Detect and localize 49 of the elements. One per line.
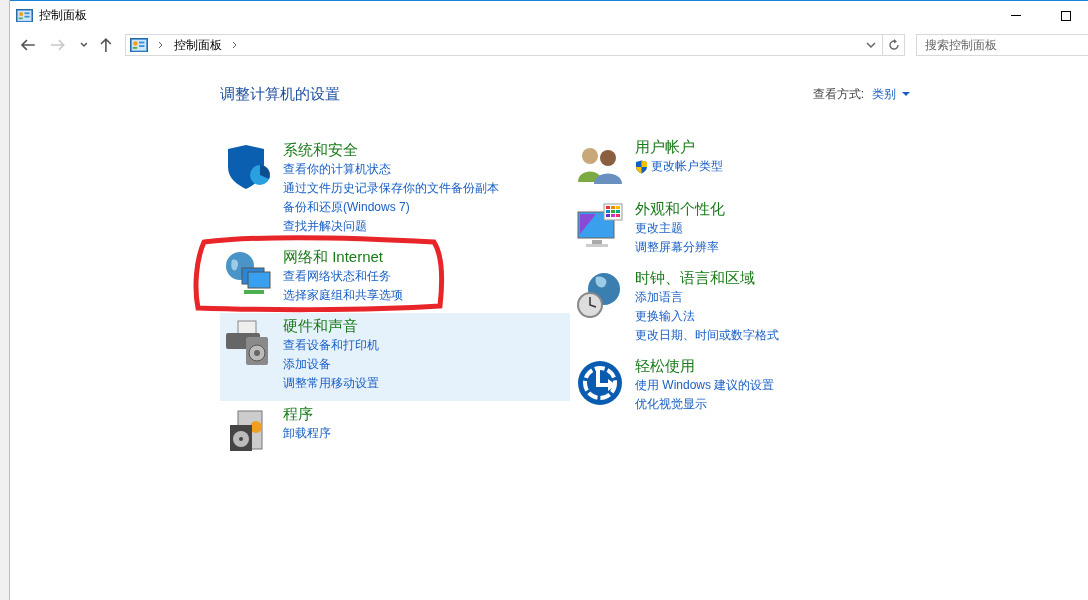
task-link[interactable]: 更改日期、时间或数字格式 (635, 326, 779, 345)
breadcrumb-item[interactable]: 控制面板 (174, 36, 223, 54)
shield-icon (635, 159, 648, 174)
category-title-link[interactable]: 外观和个性化 (635, 198, 725, 219)
category-title-link[interactable]: 时钟、语言和区域 (635, 267, 755, 288)
category-title-link[interactable]: 网络和 Internet (283, 246, 384, 267)
search-field[interactable]: 搜索控制面板 (916, 34, 1088, 56)
category-title-link[interactable]: 程序 (283, 403, 313, 424)
task-link[interactable]: 更改帐户类型 (635, 157, 723, 176)
window-title: 控制面板 (39, 7, 87, 24)
category-title-link[interactable]: 系统和安全 (283, 139, 358, 160)
task-link[interactable]: 调整常用移动设置 (283, 374, 379, 393)
task-link[interactable]: 查看你的计算机状态 (283, 160, 391, 179)
caret-icon (902, 92, 910, 97)
monitor-palette-icon (576, 202, 624, 250)
chevron-down-icon[interactable] (79, 42, 88, 48)
task-link[interactable]: 查看网络状态和任务 (283, 267, 391, 286)
page-heading: 调整计算机的设置 (220, 85, 340, 104)
control-panel-icon (130, 37, 149, 53)
address-bar[interactable]: 控制面板 (125, 34, 884, 56)
task-link[interactable]: 备份和还原(Windows 7) (283, 198, 410, 217)
task-link[interactable]: 选择家庭组和共享选项 (283, 286, 403, 305)
minimize-icon (1011, 15, 1021, 16)
task-link[interactable]: 更换输入法 (635, 307, 695, 326)
task-link[interactable]: 调整屏幕分辨率 (635, 238, 719, 257)
task-link[interactable]: 优化视觉显示 (635, 395, 707, 414)
category-title-link[interactable]: 轻松使用 (635, 355, 695, 376)
maximize-icon (1061, 10, 1071, 21)
task-link[interactable]: 通过文件历史记录保存你的文件备份副本 (283, 179, 499, 198)
category-title-link[interactable]: 用户帐户 (635, 136, 695, 157)
task-link[interactable]: 添加语言 (635, 288, 683, 307)
view-by-dropdown[interactable]: 类别 (872, 86, 910, 103)
view-by-label: 查看方式: (812, 86, 864, 103)
category-title-link[interactable]: 硬件和声音 (283, 315, 358, 336)
task-link[interactable]: 查找并解决问题 (283, 217, 367, 236)
chevron-down-icon[interactable] (866, 41, 877, 49)
task-link[interactable]: 卸载程序 (283, 424, 331, 443)
task-link[interactable]: 添加设备 (283, 355, 331, 374)
refresh-button[interactable] (883, 34, 905, 56)
refresh-icon (887, 39, 900, 51)
chevron-right-icon (232, 41, 239, 49)
up-arrow-icon[interactable] (99, 37, 114, 53)
task-link[interactable]: 使用 Windows 建议的设置 (635, 376, 775, 395)
chevron-right-icon (158, 41, 165, 49)
task-link[interactable]: 更改主题 (635, 219, 683, 238)
back-arrow-icon[interactable] (20, 38, 36, 52)
control-panel-icon (16, 8, 33, 23)
task-link[interactable]: 查看设备和打印机 (283, 336, 379, 355)
accessibility-icon (576, 359, 624, 407)
